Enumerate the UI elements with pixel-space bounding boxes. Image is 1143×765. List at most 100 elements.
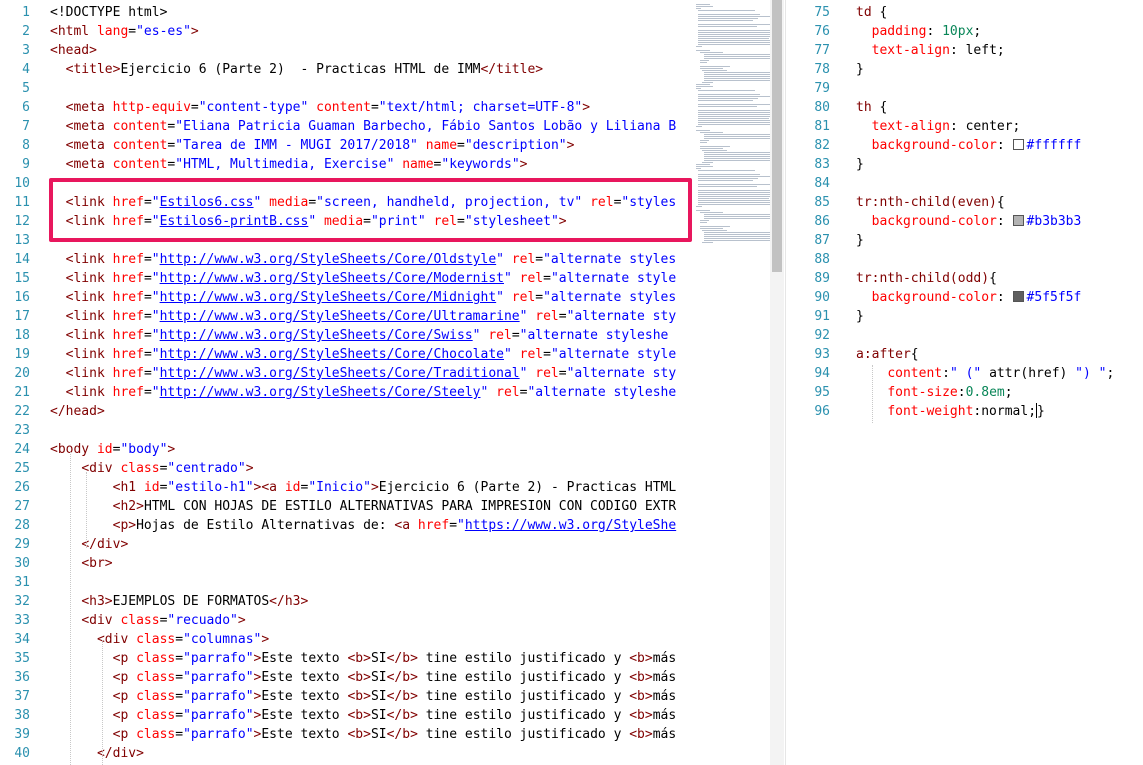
html-code-line[interactable]: 27 <h2>HTML CON HOJAS DE ESTILO ALTERNAT… — [0, 497, 676, 516]
css-code-line[interactable]: 83} — [786, 155, 1114, 174]
vertical-scrollbar[interactable] — [770, 0, 784, 765]
html-code-line[interactable]: 15 <link href="http://www.w3.org/StyleSh… — [0, 269, 676, 288]
css-code-line[interactable]: 78} — [786, 60, 1114, 79]
html-code-line[interactable]: 22 </head> — [0, 402, 676, 421]
html-code-line[interactable]: 1 <!DOCTYPE html> — [0, 3, 676, 22]
scrollbar-thumb[interactable] — [772, 0, 782, 272]
html-code-line[interactable]: 7 <meta content="Eliana Patricia Guaman … — [0, 117, 676, 136]
line-number: 24 — [14, 442, 30, 457]
html-code-line[interactable]: 2 <html lang="es-es"> — [0, 22, 676, 41]
html-code-line[interactable]: 24 <body id="body"> — [0, 440, 676, 459]
code-token: <p — [112, 651, 137, 666]
line-number: 94 — [814, 366, 830, 381]
css-code-line[interactable]: 95 font-size:0.8em; — [786, 383, 1114, 402]
html-code-line[interactable]: 25 <div class="centrado"> — [0, 459, 676, 478]
html-code-line[interactable]: 33 <div class="recuado"> — [0, 611, 676, 630]
css-code-line[interactable]: 88 — [786, 250, 1114, 269]
color-swatch[interactable] — [1012, 215, 1024, 226]
line-number: 89 — [814, 271, 830, 286]
css-code-line[interactable]: 94 content:" (" attr(href) ") "; — [786, 364, 1114, 383]
html-code-line[interactable]: 32 <h3>EJEMPLOS DE FORMATOS</h3> — [0, 592, 676, 611]
html-code-line[interactable]: 6 <meta http-equiv="content-type" conten… — [0, 98, 676, 117]
css-code-line[interactable]: 89 tr:nth-child(odd){ — [786, 269, 1114, 288]
color-swatch[interactable] — [1012, 291, 1024, 302]
code-token: </div> — [81, 537, 129, 552]
html-code-line[interactable]: 21 <link href="http://www.w3.org/StyleSh… — [0, 383, 676, 402]
html-code-line[interactable]: 18 <link href="http://www.w3.org/StyleSh… — [0, 326, 676, 345]
minimap-line — [698, 34, 770, 35]
code-token: " — [151, 385, 160, 400]
html-editor-pane[interactable]: 1 <!DOCTYPE html> 2 <html lang="es-es"> 3 <he… — [0, 0, 785, 765]
html-code-line[interactable]: 29 </div> — [0, 535, 676, 554]
html-code-line[interactable]: 17 <link href="http://www.w3.org/StyleSh… — [0, 307, 676, 326]
line-number: 86 — [814, 214, 830, 229]
html-code-line[interactable]: 30 <br> — [0, 554, 676, 573]
minimap-line — [700, 220, 709, 221]
minimap-line — [698, 122, 770, 123]
css-code-line[interactable]: 86 background-color: #b3b3b3 — [786, 212, 1114, 231]
minimap-line — [700, 212, 724, 213]
html-code-line[interactable]: 26 <h1 id="estilo-h1"><a id="Inicio">Eje… — [0, 478, 676, 497]
minimap-line — [698, 194, 770, 195]
html-code-line[interactable]: 28 <p>Hojas de Estilo Alternativas de: <… — [0, 516, 676, 535]
css-code-line[interactable]: 80 th { — [786, 98, 1114, 117]
minimap-line — [700, 228, 723, 229]
code-token: " — [151, 328, 160, 343]
html-code-line[interactable]: 3 <head> — [0, 41, 676, 60]
line-number: 35 — [14, 651, 30, 666]
line-number: 5 — [22, 81, 30, 96]
html-code-line[interactable]: 16 <link href="http://www.w3.org/StyleSh… — [0, 288, 676, 307]
html-code-line[interactable]: 14 <link href="http://www.w3.org/StyleSh… — [0, 250, 676, 269]
code-token: } — [1037, 404, 1045, 419]
code-token: { — [879, 5, 888, 20]
css-code-line[interactable]: 87} — [786, 231, 1114, 250]
code-token: background-color — [871, 214, 997, 229]
css-code-line[interactable]: 91} — [786, 307, 1114, 326]
css-code-line[interactable]: 92 — [786, 326, 1114, 345]
code-token: = — [175, 651, 184, 666]
code-token: { — [989, 271, 997, 286]
line-number: 76 — [814, 24, 830, 39]
css-code-lines[interactable]: 75 td {76 padding: 10px; 77 text-align: le… — [786, 3, 1114, 421]
html-code-line[interactable]: 23 — [0, 421, 676, 440]
code-minimap[interactable] — [690, 0, 770, 270]
css-code-line[interactable]: 81 text-align: center; — [786, 117, 1114, 136]
css-code-line[interactable]: 93 a:after{ — [786, 345, 1114, 364]
css-code-line[interactable]: 82 background-color: #ffffff — [786, 136, 1114, 155]
html-code-line[interactable]: 4 <title>Ejercicio 6 (Parte 2) - Practic… — [0, 60, 676, 79]
code-token: > — [582, 100, 591, 115]
html-code-line[interactable]: 9 <meta content="HTML, Multimedia, Exerc… — [0, 155, 676, 174]
code-token: : — [996, 214, 1013, 229]
css-code-line[interactable]: 90 background-color: #5f5f5f — [786, 288, 1114, 307]
html-code-line[interactable]: 20 <link href="http://www.w3.org/StyleSh… — [0, 364, 676, 383]
code-token: " — [151, 290, 160, 305]
css-editor-pane[interactable]: 75 td {76 padding: 10px; 77 text-align: le… — [785, 0, 1143, 765]
minimap-line — [704, 138, 770, 139]
css-code-line[interactable]: 75 td { — [786, 3, 1114, 22]
css-code-line[interactable]: 85 tr:nth-child(even){ — [786, 193, 1114, 212]
code-token: tr:nth-child(odd) — [856, 271, 990, 286]
css-code-line[interactable]: 84 — [786, 174, 1114, 193]
line-number: 10 — [14, 176, 30, 191]
css-code-line[interactable]: 76 padding: 10px; — [786, 22, 1114, 41]
code-token: = — [535, 290, 544, 305]
minimap-line — [698, 104, 770, 105]
minimap-line — [704, 236, 770, 237]
code-token: "parrafo" — [183, 689, 254, 704]
code-token: <p> — [112, 518, 137, 533]
color-swatch[interactable] — [1012, 139, 1024, 150]
line-number: 25 — [14, 461, 30, 476]
html-code-line[interactable]: 19 <link href="http://www.w3.org/StyleSh… — [0, 345, 676, 364]
css-code-line[interactable]: 77 text-align: left; — [786, 41, 1114, 60]
html-code-line[interactable]: 8 <meta content = "Tarea de IMM - MUGI 201… — [0, 136, 676, 155]
code-token: </h3> — [269, 594, 309, 609]
css-code-line[interactable]: 79 — [786, 79, 1114, 98]
html-code-line[interactable]: 5 — [0, 79, 676, 98]
code-token: <b> — [629, 727, 653, 742]
html-code-line[interactable]: 31 — [0, 573, 676, 592]
css-code-line[interactable]: 96 font-weight:normal;} — [786, 402, 1114, 421]
